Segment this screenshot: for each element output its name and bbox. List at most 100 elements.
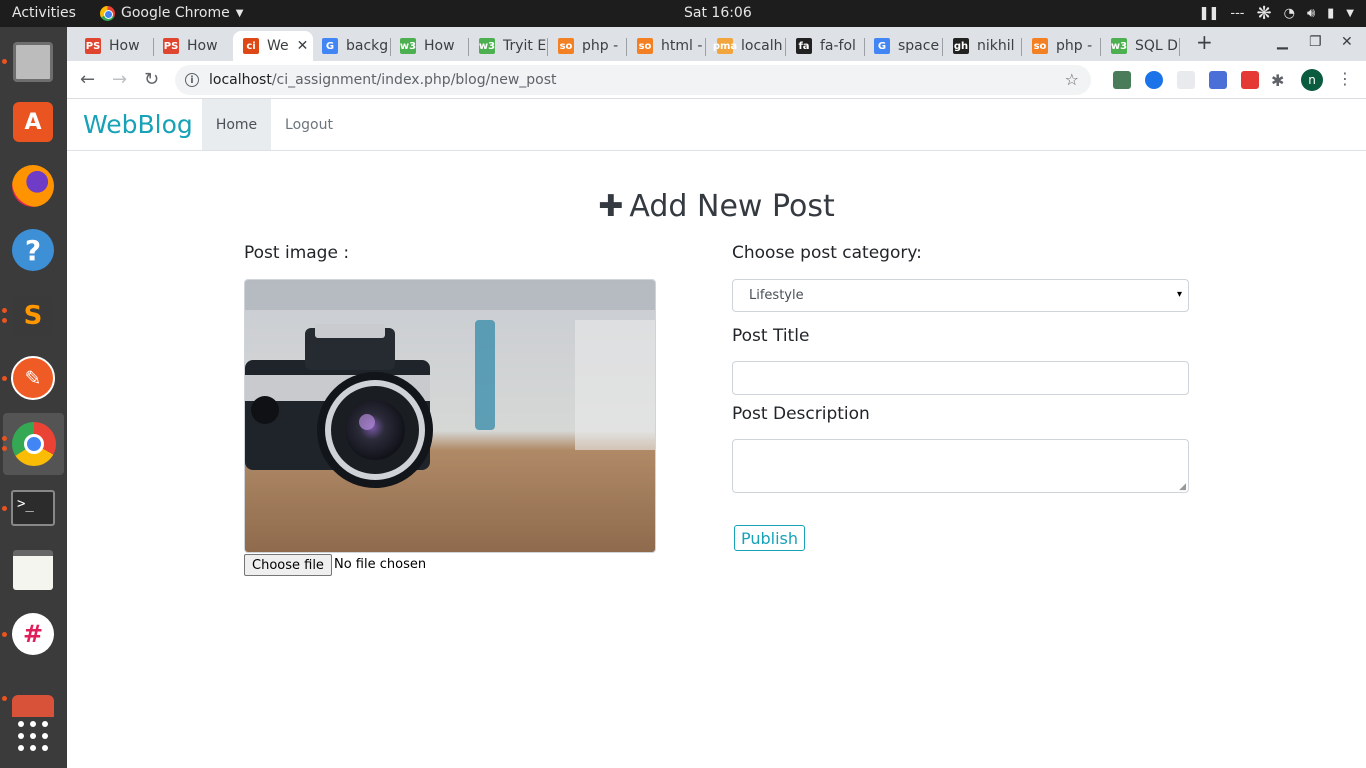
post-image-preview (244, 279, 656, 553)
tab-separator (705, 38, 706, 56)
url-host: localhost (209, 72, 272, 88)
browser-tab[interactable]: Gspace (864, 31, 942, 61)
running-indicator (2, 376, 7, 381)
browser-tab[interactable]: Gbackg (312, 31, 390, 61)
extension-icon[interactable] (1209, 71, 1227, 89)
dock-text-editor[interactable] (10, 547, 56, 593)
ubuntu-dock: A ? S ✎ >_ # (0, 27, 67, 768)
running-indicator (2, 436, 7, 441)
extension-icon[interactable] (1177, 71, 1195, 89)
reload-button[interactable]: ↻ (144, 69, 159, 90)
close-window-button[interactable]: ✕ (1341, 34, 1353, 50)
choose-file-button[interactable]: Choose file (244, 554, 332, 576)
chevron-down-icon: ▾ (1176, 289, 1182, 300)
browser-tab[interactable]: so php - (548, 31, 626, 61)
new-tab-button[interactable]: + (1196, 30, 1213, 54)
back-button[interactable]: ← (80, 69, 95, 90)
info-icon[interactable]: i (185, 73, 199, 87)
app-menu[interactable]: Google Chrome ▼ (100, 5, 243, 21)
dock-help[interactable]: ? (10, 227, 56, 273)
activities-button[interactable]: Activities (12, 5, 76, 21)
dock-terminal[interactable]: >_ (10, 485, 56, 531)
kebab-menu-icon[interactable]: ⋮ (1337, 69, 1353, 88)
close-tab-icon[interactable]: ✕ (297, 38, 309, 54)
running-indicator (2, 318, 7, 323)
profile-avatar[interactable]: n (1301, 69, 1323, 91)
tab-favicon-icon: pma (713, 38, 737, 54)
dock-slack[interactable]: # (10, 611, 56, 657)
app-menu-label: Google Chrome (121, 5, 230, 21)
software-center-icon: A (13, 102, 53, 142)
page-title: Add New Post (629, 189, 835, 224)
site-brand[interactable]: WebBlog (83, 110, 193, 139)
browser-tab[interactable]: w3 How (390, 31, 468, 61)
extension-icon[interactable] (1145, 71, 1163, 89)
dock-chrome[interactable] (3, 413, 64, 475)
dock-sublime[interactable]: S (10, 293, 56, 339)
chevron-down-icon: ▼ (1346, 8, 1354, 19)
dock-firefox[interactable] (10, 163, 56, 209)
browser-toolbar: ← → ↻ i localhost/ci_assignment/index.ph… (67, 61, 1366, 99)
tab-title: fa-fol (820, 38, 856, 54)
nav-home-link[interactable]: Home (202, 99, 271, 150)
show-applications-button[interactable] (10, 713, 56, 759)
dock-software[interactable]: A (10, 99, 56, 145)
tab-favicon-icon: PS (85, 38, 101, 54)
tab-title: php - (582, 38, 619, 54)
wifi-icon: ◔ (1283, 6, 1295, 21)
chrome-icon (11, 422, 56, 466)
tab-title: How (424, 38, 455, 54)
chrome-window: PS How PS How ci We ✕ Gbackg w3 How w3 Tryit Eso… (67, 27, 1366, 768)
tab-strip: PS How PS How ci We ✕ Gbackg w3 How w3 Tryit Eso… (67, 27, 1366, 61)
browser-tab[interactable]: so php - (1022, 31, 1100, 61)
running-indicator (2, 696, 7, 701)
browser-tab[interactable]: pma localh (707, 31, 785, 61)
pause-icon: ❚❚ (1198, 6, 1220, 21)
tab-title: SQL D (1135, 38, 1178, 54)
publish-button[interactable]: Publish (734, 525, 806, 551)
address-bar[interactable]: i localhost/ci_assignment/index.php/blog… (175, 65, 1091, 95)
slack-icon: # (12, 613, 54, 655)
tray-indicator-text: --- (1230, 6, 1245, 21)
browser-tab[interactable]: ci We ✕ (233, 31, 313, 61)
firefox-icon (12, 165, 54, 207)
extension-icon[interactable] (1241, 71, 1259, 89)
volume-icon: 🔊︎ (1306, 6, 1316, 21)
browser-tab[interactable]: so html - (627, 31, 705, 61)
post-title-label: Post Title (732, 326, 810, 346)
bookmark-star-icon[interactable]: ☆ (1065, 70, 1079, 89)
tab-favicon-icon: so (558, 38, 574, 54)
post-description-textarea[interactable]: ◢ (732, 439, 1189, 493)
tab-title: nikhil (977, 38, 1015, 54)
system-tray[interactable]: ❚❚ --- ❋ ◔ 🔊︎ ▮ ▼ (1199, 3, 1354, 24)
post-title-input[interactable] (732, 361, 1189, 395)
dock-files[interactable] (10, 39, 56, 85)
tab-favicon-icon: so (637, 38, 653, 54)
forward-button[interactable]: → (112, 69, 127, 90)
restore-button[interactable]: ❐ (1309, 34, 1322, 50)
minimize-button[interactable]: ▁ (1277, 34, 1288, 50)
browser-tab[interactable]: PS How (153, 31, 231, 61)
tab-title: html - (661, 38, 703, 54)
running-indicator (2, 632, 7, 637)
category-select[interactable]: Lifestyle ▾ (732, 279, 1189, 312)
nav-logout-link[interactable]: Logout (275, 99, 343, 150)
dock-postman[interactable]: ✎ (10, 355, 56, 401)
extensions-puzzle-icon[interactable]: ✱ (1271, 71, 1289, 90)
browser-tab[interactable]: fa fa-fol (786, 31, 864, 61)
browser-tab[interactable]: PS How (75, 31, 153, 61)
browser-tab[interactable]: w3 Tryit E (469, 31, 547, 61)
tab-favicon-icon: w3 (1111, 38, 1127, 54)
site-navbar: WebBlog Home Logout (67, 99, 1366, 151)
plus-icon: ✚ (598, 189, 624, 224)
extension-icon[interactable] (1113, 71, 1131, 89)
running-indicator (2, 59, 7, 64)
browser-tab[interactable]: gh nikhil (943, 31, 1021, 61)
clock[interactable]: Sat 16:06 (684, 5, 752, 21)
browser-tab[interactable]: w3 SQL D (1101, 31, 1179, 61)
sublime-text-icon: S (13, 296, 53, 336)
resize-handle-icon[interactable]: ◢ (1179, 482, 1186, 492)
tab-favicon-icon: G (322, 38, 338, 54)
running-indicator (2, 506, 7, 511)
chrome-icon (100, 5, 115, 21)
